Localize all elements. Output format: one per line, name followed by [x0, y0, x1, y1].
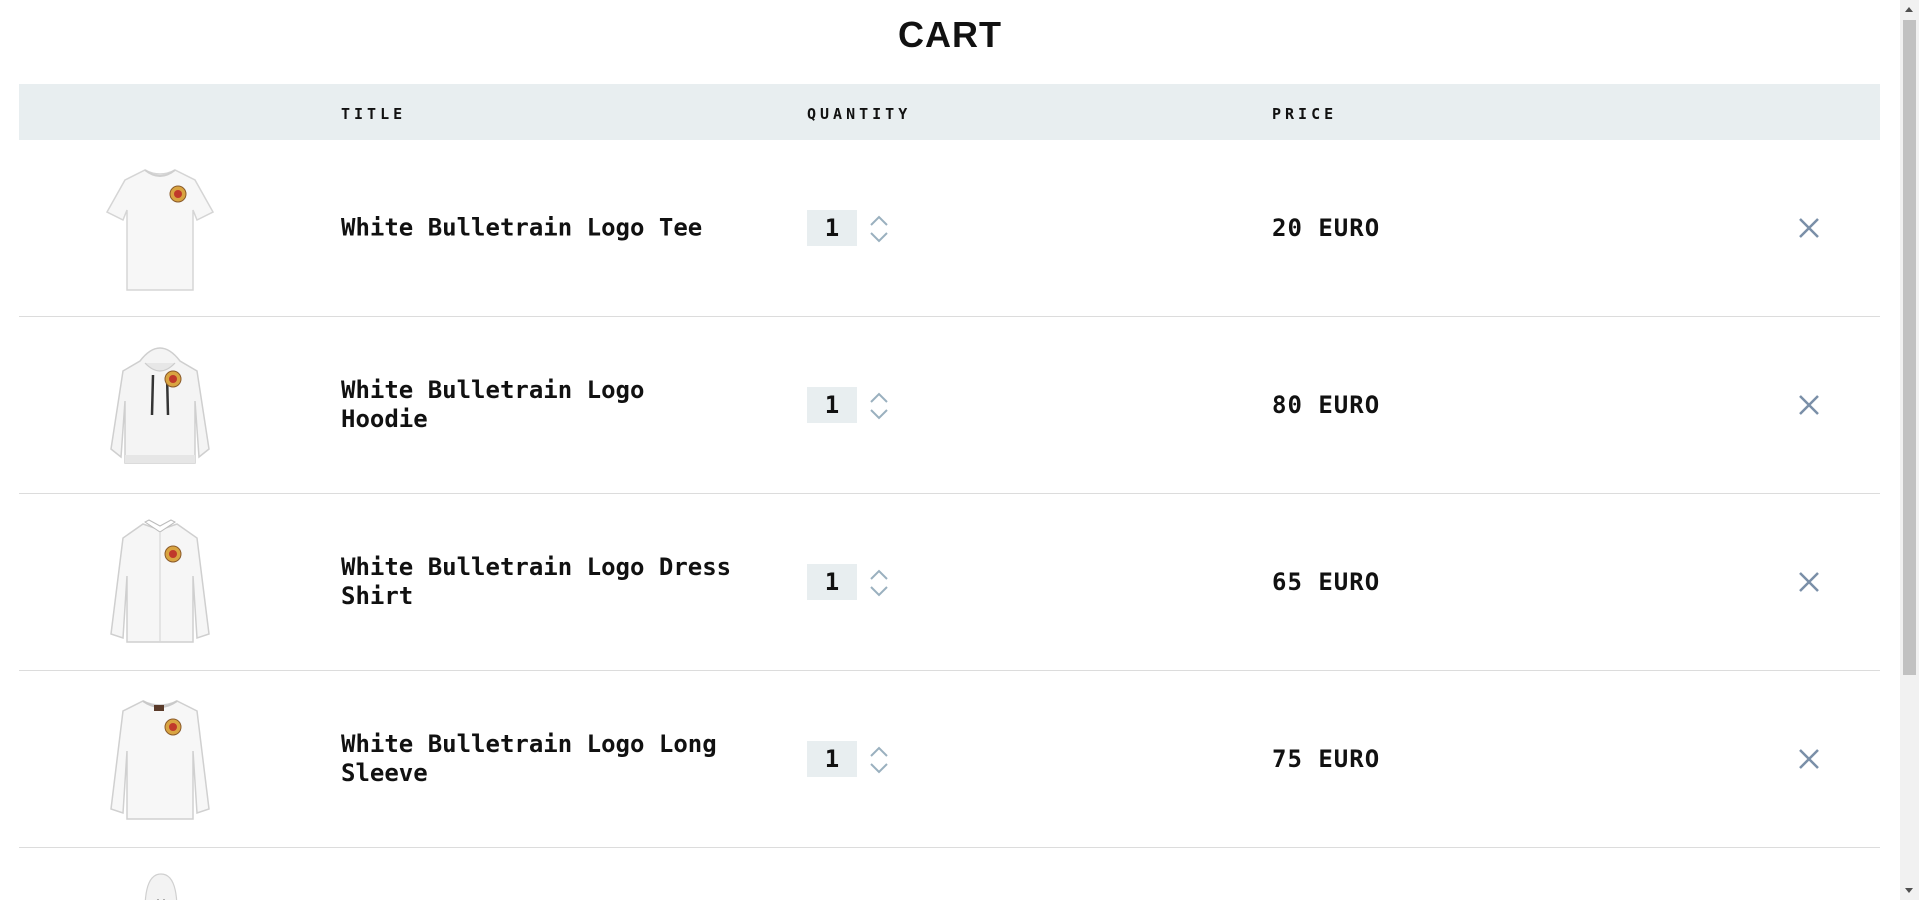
- quantity-control: 1: [807, 564, 889, 600]
- product-title[interactable]: White Bulletrain Logo Long Sleeve: [341, 730, 741, 788]
- quantity-control: 1: [807, 210, 889, 246]
- quantity-stepper: [869, 390, 889, 420]
- scroll-up-icon[interactable]: [1905, 7, 1913, 12]
- product-price: 80 EURO: [1272, 391, 1381, 419]
- quantity-input[interactable]: 1: [807, 387, 857, 423]
- cart-row: White Bulletrain Logo Dress Shirt 1 65 E…: [19, 494, 1880, 671]
- cap-image[interactable]: [141, 870, 181, 900]
- page-scrollbar[interactable]: [1900, 0, 1919, 900]
- quantity-stepper: [869, 213, 889, 243]
- product-title[interactable]: White Bulletrain Logo Dress Shirt: [341, 553, 741, 611]
- chevron-up-icon[interactable]: [869, 213, 889, 227]
- product-price: 65 EURO: [1272, 568, 1381, 596]
- quantity-input[interactable]: 1: [807, 210, 857, 246]
- table-header: TITLE QUANTITY PRICE: [19, 84, 1880, 140]
- chevron-down-icon[interactable]: [869, 583, 889, 597]
- quantity-stepper: [869, 567, 889, 597]
- scrollbar-thumb[interactable]: [1903, 20, 1916, 675]
- product-title[interactable]: White Bulletrain Logo Tee: [341, 214, 741, 243]
- cart-row: White Bulletrain Logo Tee 1 20 EURO: [19, 140, 1880, 317]
- header-quantity: QUANTITY: [807, 105, 912, 123]
- close-icon[interactable]: [1797, 393, 1821, 417]
- chevron-down-icon[interactable]: [869, 406, 889, 420]
- header-title: TITLE: [341, 105, 407, 123]
- dress-shirt-image[interactable]: [105, 516, 215, 646]
- quantity-input[interactable]: 1: [807, 741, 857, 777]
- chevron-up-icon[interactable]: [869, 744, 889, 758]
- header-price: PRICE: [1272, 105, 1338, 123]
- page-title: CART: [898, 14, 1002, 55]
- close-icon[interactable]: [1797, 747, 1821, 771]
- product-price: 75 EURO: [1272, 745, 1381, 773]
- cart-row: White Bulletrain Logo Long Sleeve 1 75 E…: [19, 671, 1880, 848]
- quantity-control: 1: [807, 387, 889, 423]
- cart-row: [19, 848, 1880, 900]
- chevron-up-icon[interactable]: [869, 567, 889, 581]
- chevron-down-icon[interactable]: [869, 229, 889, 243]
- scroll-down-icon[interactable]: [1905, 888, 1913, 893]
- close-icon[interactable]: [1797, 216, 1821, 240]
- cart-table: TITLE QUANTITY PRICE White Bulletrain Lo…: [19, 84, 1880, 900]
- cart-page: CART TITLE QUANTITY PRICE White Bulletra…: [0, 0, 1919, 900]
- quantity-stepper: [869, 744, 889, 774]
- product-title[interactable]: White Bulletrain Logo Hoodie: [341, 376, 741, 434]
- cart-row: White Bulletrain Logo Hoodie 1 80 EURO: [19, 317, 1880, 494]
- quantity-input[interactable]: 1: [807, 564, 857, 600]
- close-icon[interactable]: [1797, 570, 1821, 594]
- tee-image[interactable]: [105, 162, 215, 292]
- quantity-control: 1: [807, 741, 889, 777]
- chevron-up-icon[interactable]: [869, 390, 889, 404]
- chevron-down-icon[interactable]: [869, 760, 889, 774]
- hoodie-image[interactable]: [105, 339, 215, 469]
- product-price: 20 EURO: [1272, 214, 1381, 242]
- long-sleeve-image[interactable]: [105, 693, 215, 823]
